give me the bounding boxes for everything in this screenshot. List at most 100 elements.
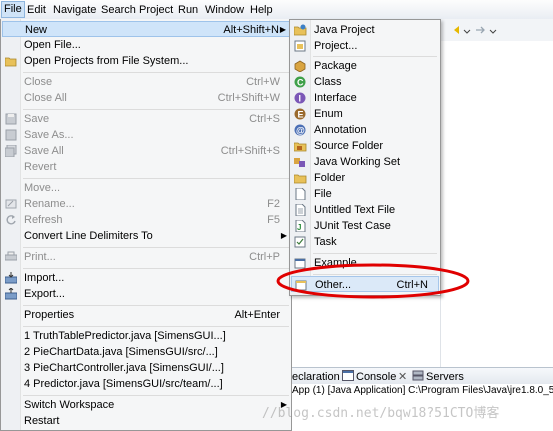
menu-item-label: Rename... (24, 198, 75, 210)
menu-item-label: Task (314, 236, 337, 248)
menu-item-save-as[interactable]: Save As... (2, 127, 290, 143)
recent-file-item[interactable]: 4 Predictor.java [SimensGUI/src/team/...… (2, 376, 290, 392)
new-enum[interactable]: E Enum (291, 106, 439, 122)
menu-item-label: File (314, 188, 332, 200)
menu-item-label: Move... (24, 182, 61, 194)
menu-help[interactable]: Help (250, 3, 273, 17)
new-submenu: Java Project Project... Package C Class … (289, 19, 441, 296)
menu-run[interactable]: Run (178, 3, 198, 17)
menu-item-label: Print... (24, 251, 56, 263)
menu-item-refresh[interactable]: Refresh F5 (2, 212, 290, 228)
menu-item-label: Untitled Text File (314, 204, 396, 216)
save-as-icon (5, 129, 17, 141)
source-folder-icon (294, 142, 307, 152)
menu-item-open-projects[interactable]: Open Projects from File System... (2, 53, 290, 69)
menu-item-label: Import... (24, 272, 65, 284)
menu-item-convert-line-delimiters[interactable]: Convert Line Delimiters To ▶ (2, 228, 290, 244)
project-icon (294, 40, 306, 52)
menu-item-label: Project... (314, 40, 358, 52)
recent-file-item[interactable]: 1 TruthTablePredictor.java [SimensGUI...… (2, 328, 290, 344)
recent-file-item[interactable]: 3 PieChartController.java [SimensGUI/...… (2, 360, 290, 376)
new-folder[interactable]: Folder (291, 170, 439, 186)
junit-icon: J (295, 220, 306, 232)
menu-item-label: Restart (24, 415, 60, 427)
file-menu: New Alt+Shift+N ▶ Open File... Open Proj… (0, 19, 292, 431)
new-task[interactable]: Task (291, 234, 439, 250)
new-class[interactable]: C Class (291, 74, 439, 90)
menu-item-switch-workspace[interactable]: Switch Workspace ▶ (2, 397, 290, 413)
package-icon (294, 60, 306, 72)
menu-item-open-file[interactable]: Open File... (2, 37, 290, 53)
new-untitled-text-file[interactable]: Untitled Text File (291, 202, 439, 218)
menu-item-new[interactable]: New Alt+Shift+N ▶ (2, 21, 290, 37)
menu-file[interactable]: File (1, 1, 25, 18)
menu-window[interactable]: Window (205, 3, 244, 17)
menu-item-label: 2 PieChartData.java [SimensGUI/src/...] (24, 346, 218, 358)
new-package[interactable]: Package (291, 58, 439, 74)
shortcut: Ctrl+Shift+W (217, 92, 280, 104)
toolbar-navigation-icons[interactable] (452, 24, 502, 36)
shortcut: Ctrl+W (246, 76, 280, 88)
menu-item-properties[interactable]: Properties Alt+Enter (2, 307, 290, 323)
tab-console[interactable]: Console (356, 370, 396, 384)
annotation-icon: @ (294, 124, 306, 136)
interface-icon: I (294, 92, 306, 104)
menu-item-label: Folder (314, 172, 346, 184)
menu-edit[interactable]: Edit (27, 3, 46, 17)
new-file[interactable]: File (291, 186, 439, 202)
new-source-folder[interactable]: Source Folder (291, 138, 439, 154)
folder-icon (294, 174, 307, 184)
folder-icon (5, 57, 17, 67)
new-project[interactable]: Project... (291, 38, 439, 54)
new-java-project[interactable]: Java Project (291, 22, 439, 38)
menu-navigate[interactable]: Navigate (53, 3, 96, 17)
new-interface[interactable]: I Interface (291, 90, 439, 106)
menu-item-print[interactable]: Print... Ctrl+P (2, 249, 290, 265)
menu-item-label: Java Working Set (314, 156, 401, 168)
java-project-icon (294, 24, 307, 36)
menu-item-label: Switch Workspace (24, 399, 115, 411)
menu-item-label: JUnit Test Case (314, 220, 391, 232)
menu-item-revert[interactable]: Revert (2, 159, 290, 175)
menu-item-label: Enum (314, 108, 343, 120)
recent-file-item[interactable]: 2 PieChartData.java [SimensGUI/src/...] (2, 344, 290, 360)
shortcut: Alt+Enter (234, 309, 280, 321)
rename-icon (5, 199, 17, 209)
tab-servers[interactable]: Servers (426, 370, 464, 384)
menu-item-label: Package (314, 60, 357, 72)
menu-item-restart[interactable]: Restart (2, 413, 290, 429)
menu-item-label: Annotation (314, 124, 367, 136)
highlight-ellipse (276, 263, 470, 299)
save-icon (5, 113, 17, 125)
menu-item-move[interactable]: Move... (2, 180, 290, 196)
menu-item-save-all[interactable]: Save All Ctrl+Shift+S (2, 143, 290, 159)
menu-item-rename[interactable]: Rename... F2 (2, 196, 290, 212)
menu-item-save[interactable]: Save Ctrl+S (2, 111, 290, 127)
shortcut: Ctrl+Shift+S (220, 145, 280, 157)
menu-item-label: Export... (24, 288, 65, 300)
svg-text:I: I (299, 94, 302, 104)
class-icon: C (294, 76, 306, 88)
menu-item-close-all[interactable]: Close All Ctrl+Shift+W (2, 90, 290, 106)
close-icon[interactable]: ✕ (398, 370, 407, 384)
new-annotation[interactable]: @ Annotation (291, 122, 439, 138)
menu-separator (23, 109, 289, 110)
print-icon (5, 251, 17, 261)
menu-separator (23, 395, 289, 396)
new-java-working-set[interactable]: Java Working Set (291, 154, 439, 170)
menu-item-label: New (25, 24, 48, 36)
menu-separator (313, 253, 437, 254)
working-set-icon (294, 158, 305, 167)
new-junit-test-case[interactable]: J JUnit Test Case (291, 218, 439, 234)
menu-project[interactable]: Project (139, 3, 173, 17)
menu-search[interactable]: Search (101, 3, 136, 17)
tab-declaration[interactable]: eclaration (292, 370, 340, 384)
menu-item-close[interactable]: Close Ctrl+W (2, 74, 290, 90)
menu-item-label: 4 Predictor.java [SimensGUI/src/team/...… (24, 378, 223, 390)
menu-item-import[interactable]: Import... (2, 270, 290, 286)
export-icon (5, 288, 17, 300)
menu-item-label: Open File... (24, 39, 81, 51)
menu-item-export[interactable]: Export... (2, 286, 290, 302)
svg-text:E: E (298, 110, 304, 120)
menu-item-label: Java Project (314, 24, 375, 36)
